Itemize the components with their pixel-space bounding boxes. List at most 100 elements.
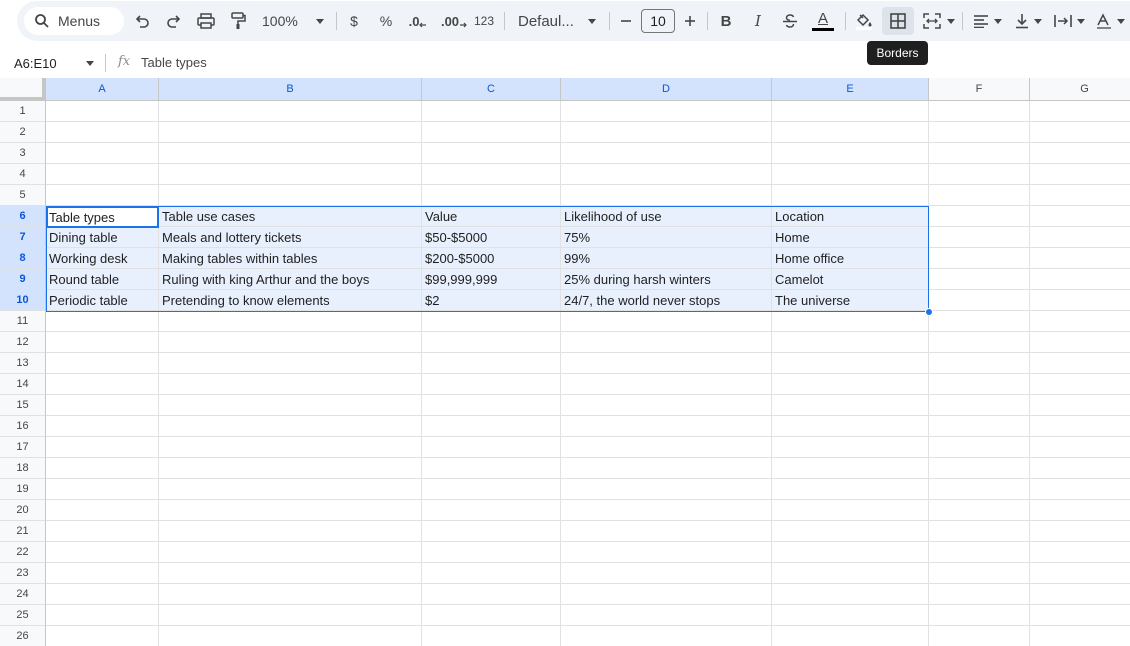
cell-f3[interactable]	[929, 143, 1030, 164]
cell-f7[interactable]	[929, 227, 1030, 248]
paint-format-button[interactable]	[228, 8, 248, 34]
decrease-font-size-button[interactable]	[617, 8, 635, 34]
cell-f9[interactable]	[929, 269, 1030, 290]
cell-b4[interactable]	[159, 164, 422, 185]
cell-a23[interactable]	[46, 563, 159, 584]
cell-g22[interactable]	[1030, 542, 1130, 563]
cell-b16[interactable]	[159, 416, 422, 437]
cell-c7[interactable]: $50-$5000	[422, 227, 561, 248]
cell-d13[interactable]	[561, 353, 772, 374]
row-header-19[interactable]: 19	[0, 479, 46, 500]
cell-c5[interactable]	[422, 185, 561, 206]
undo-button[interactable]	[132, 8, 152, 34]
cell-b17[interactable]	[159, 437, 422, 458]
row-header-21[interactable]: 21	[0, 521, 46, 542]
cell-a18[interactable]	[46, 458, 159, 479]
cell-g6[interactable]	[1030, 206, 1130, 227]
cell-e10[interactable]: The universe	[772, 290, 929, 311]
row-header-17[interactable]: 17	[0, 437, 46, 458]
cell-a12[interactable]	[46, 332, 159, 353]
cell-c25[interactable]	[422, 605, 561, 626]
row-header-15[interactable]: 15	[0, 395, 46, 416]
cell-g24[interactable]	[1030, 584, 1130, 605]
cell-a21[interactable]	[46, 521, 159, 542]
cell-c24[interactable]	[422, 584, 561, 605]
cell-c10[interactable]: $2	[422, 290, 561, 311]
cell-a20[interactable]	[46, 500, 159, 521]
cell-e24[interactable]	[772, 584, 929, 605]
cell-g21[interactable]	[1030, 521, 1130, 542]
cell-e22[interactable]	[772, 542, 929, 563]
cell-a1[interactable]	[46, 101, 159, 122]
cell-g25[interactable]	[1030, 605, 1130, 626]
cell-a14[interactable]	[46, 374, 159, 395]
cell-c11[interactable]	[422, 311, 561, 332]
cell-e23[interactable]	[772, 563, 929, 584]
cell-a2[interactable]	[46, 122, 159, 143]
fill-color-button[interactable]	[852, 8, 876, 34]
row-header-14[interactable]: 14	[0, 374, 46, 395]
cell-a7[interactable]: Dining table	[46, 227, 159, 248]
cell-b24[interactable]	[159, 584, 422, 605]
row-header-4[interactable]: 4	[0, 164, 46, 185]
row-header-7[interactable]: 7	[0, 227, 46, 248]
cell-d17[interactable]	[561, 437, 772, 458]
cell-d15[interactable]	[561, 395, 772, 416]
cell-f15[interactable]	[929, 395, 1030, 416]
cell-g23[interactable]	[1030, 563, 1130, 584]
cell-g2[interactable]	[1030, 122, 1130, 143]
row-header-3[interactable]: 3	[0, 143, 46, 164]
text-color-button[interactable]: A	[810, 8, 836, 34]
cell-e11[interactable]	[772, 311, 929, 332]
cell-e20[interactable]	[772, 500, 929, 521]
cell-d12[interactable]	[561, 332, 772, 353]
cell-c15[interactable]	[422, 395, 561, 416]
cell-a11[interactable]	[46, 311, 159, 332]
cell-a9[interactable]: Round table	[46, 269, 159, 290]
text-wrapping-button[interactable]	[1052, 8, 1086, 34]
cell-b9[interactable]: Ruling with king Arthur and the boys	[159, 269, 422, 290]
cell-c8[interactable]: $200-$5000	[422, 248, 561, 269]
cell-g1[interactable]	[1030, 101, 1130, 122]
cell-b20[interactable]	[159, 500, 422, 521]
cell-c1[interactable]	[422, 101, 561, 122]
cell-d1[interactable]	[561, 101, 772, 122]
cell-d4[interactable]	[561, 164, 772, 185]
name-box[interactable]: A6:E10	[0, 50, 100, 76]
row-header-23[interactable]: 23	[0, 563, 46, 584]
cell-b11[interactable]	[159, 311, 422, 332]
cell-a8[interactable]: Working desk	[46, 248, 159, 269]
cell-b3[interactable]	[159, 143, 422, 164]
cell-a19[interactable]	[46, 479, 159, 500]
cell-d5[interactable]	[561, 185, 772, 206]
cell-b19[interactable]	[159, 479, 422, 500]
cell-g15[interactable]	[1030, 395, 1130, 416]
cell-a15[interactable]	[46, 395, 159, 416]
cell-f25[interactable]	[929, 605, 1030, 626]
cell-e6[interactable]: Location	[772, 206, 929, 227]
cell-b26[interactable]	[159, 626, 422, 646]
cell-c21[interactable]	[422, 521, 561, 542]
horizontal-align-button[interactable]	[970, 8, 1004, 34]
cell-g11[interactable]	[1030, 311, 1130, 332]
cell-g3[interactable]	[1030, 143, 1130, 164]
row-header-26[interactable]: 26	[0, 626, 46, 646]
cell-b23[interactable]	[159, 563, 422, 584]
cell-a10[interactable]: Periodic table	[46, 290, 159, 311]
search-menus-button[interactable]: Menus	[24, 7, 124, 35]
cell-d20[interactable]	[561, 500, 772, 521]
cell-b5[interactable]	[159, 185, 422, 206]
cell-a3[interactable]	[46, 143, 159, 164]
cell-e4[interactable]	[772, 164, 929, 185]
cell-b10[interactable]: Pretending to know elements	[159, 290, 422, 311]
row-header-18[interactable]: 18	[0, 458, 46, 479]
cell-b21[interactable]	[159, 521, 422, 542]
column-header-g[interactable]: G	[1030, 78, 1130, 101]
row-header-8[interactable]: 8	[0, 248, 46, 269]
cell-d26[interactable]	[561, 626, 772, 646]
cell-f24[interactable]	[929, 584, 1030, 605]
row-header-25[interactable]: 25	[0, 605, 46, 626]
cell-g5[interactable]	[1030, 185, 1130, 206]
cell-b8[interactable]: Making tables within tables	[159, 248, 422, 269]
cell-a16[interactable]	[46, 416, 159, 437]
